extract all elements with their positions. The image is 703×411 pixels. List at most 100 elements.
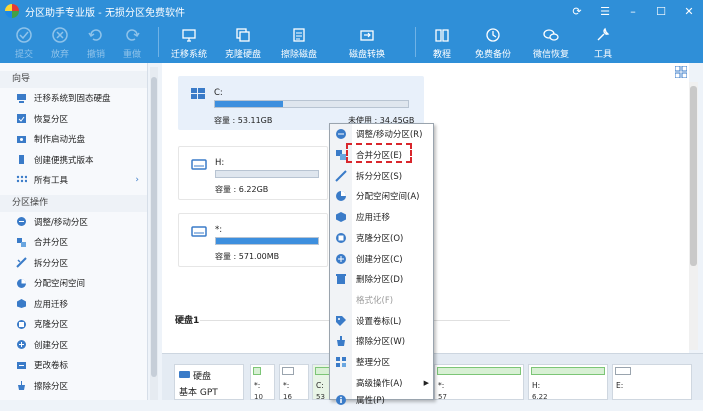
sidebar-item-label: 创建便携式版本 xyxy=(34,155,94,166)
sidebar-item-split[interactable]: 拆分分区 xyxy=(0,253,147,274)
sidebar-item-merge[interactable]: 合并分区 xyxy=(0,232,147,253)
volume-capacity: 容量 : 6.22GB xyxy=(215,185,269,194)
clone-disk-icon xyxy=(234,26,252,44)
allocate-icon xyxy=(335,190,347,202)
submit-button[interactable]: 提交 xyxy=(6,22,42,63)
sidebar-item-boot-disc[interactable]: 制作启动光盘 xyxy=(0,129,147,150)
sidebar-item-change-label[interactable]: 更改卷标 xyxy=(0,355,147,376)
close-button[interactable]: ✕ xyxy=(675,0,703,22)
sidebar-item-create[interactable]: 创建分区 xyxy=(0,335,147,356)
tools-icon xyxy=(594,26,612,44)
refresh-icon[interactable]: ⟳ xyxy=(563,0,591,22)
partition-usage-strip xyxy=(253,367,261,375)
minimize-button[interactable]: – xyxy=(619,0,647,22)
partition-usage-strip xyxy=(282,367,294,375)
maximize-button[interactable]: ☐ xyxy=(647,0,675,22)
volume-capacity: 容量 : 571.00MB xyxy=(215,252,280,261)
cube-icon xyxy=(16,298,27,309)
wechat-icon xyxy=(542,26,560,44)
menu-item-defrag[interactable]: 整理分区 xyxy=(330,352,435,373)
menu-item-allocate[interactable]: 分配空闲空间(A) xyxy=(330,186,435,207)
menu-item-wipe[interactable]: 擦除分区(W) xyxy=(330,331,435,352)
sidebar-item-apply-migrate[interactable]: 应用迁移 xyxy=(0,294,147,315)
menu-item-label: 属性(P) xyxy=(356,396,385,407)
partition-box[interactable]: *: 10 xyxy=(250,364,275,401)
drive-icon xyxy=(191,226,207,237)
menu-item-create[interactable]: 创建分区(C) xyxy=(330,248,435,269)
volume-card-star[interactable]: *: 容量 : 571.00MB xyxy=(178,213,328,267)
sidebar-item-label: 合并分区 xyxy=(34,238,69,249)
menu-item-set-label[interactable]: 设置卷标(L) xyxy=(330,310,435,331)
menu-item-apply-migrate[interactable]: 应用迁移 xyxy=(330,207,435,228)
free-backup-button[interactable]: 免费备份 xyxy=(468,22,518,63)
tools-button[interactable]: 工具 xyxy=(588,22,618,63)
tutorial-button[interactable]: 教程 xyxy=(424,22,460,63)
backup-icon xyxy=(484,26,502,44)
scrollbar-thumb[interactable] xyxy=(690,86,697,266)
volume-card-c[interactable]: C: 容量 : 53.11GB 未使用 : 34.45GB xyxy=(178,76,424,130)
volume-capacity: 容量 : 53.11GB xyxy=(214,116,273,125)
partition-box[interactable]: E: xyxy=(612,364,692,400)
sidebar-item-portable[interactable]: 创建便携式版本 xyxy=(0,150,147,171)
wizard-section-title: 向导 xyxy=(0,71,147,88)
disk-convert-label: 磁盘转换 xyxy=(348,50,385,60)
menu-item-label: 擦除分区(W) xyxy=(356,337,406,348)
menu-item-properties[interactable]: 属性(P) xyxy=(330,390,435,411)
partition-box[interactable]: *: 57 xyxy=(434,364,524,401)
sidebar-item-migrate-ssd[interactable]: 迁移系统到固态硬盘 xyxy=(0,88,147,109)
menu-item-clone[interactable]: 克隆分区(O) xyxy=(330,228,435,249)
redo-icon xyxy=(123,26,141,44)
menu-item-label: 设置卷标(L) xyxy=(356,316,402,327)
menu-item-split[interactable]: 拆分分区(S) xyxy=(330,165,435,186)
menu-icon[interactable]: ☰ xyxy=(591,0,619,22)
migrate-icon xyxy=(335,211,347,223)
sidebar-item-wipe[interactable]: 擦除分区 xyxy=(0,376,147,397)
menu-item-label: 分配空闲空间(A) xyxy=(356,192,420,203)
sidebar-item-resize[interactable]: 调整/移动分区 xyxy=(0,212,147,233)
sidebar-item-clone-partition[interactable]: 克隆分区 xyxy=(0,314,147,335)
discard-label: 放弃 xyxy=(50,50,69,60)
clone-disk-button[interactable]: 克隆硬盘 xyxy=(219,22,267,63)
disk-convert-button[interactable]: 磁盘转换 xyxy=(341,22,393,63)
wechat-recovery-button[interactable]: 微信恢复 xyxy=(526,22,576,63)
menu-item-resize[interactable]: 调整/移动分区(R) xyxy=(330,124,435,145)
partition-box[interactable]: *: 16 xyxy=(279,364,309,401)
sidebar-item-label: 拆分分区 xyxy=(34,258,69,269)
sidebar-item-recover-partition[interactable]: 恢复分区 xyxy=(0,109,147,130)
tools-label: 工具 xyxy=(593,50,612,60)
partition-box[interactable]: H: 6.22 xyxy=(528,364,608,401)
undo-button[interactable]: 撤销 xyxy=(78,22,114,63)
usage-bar-fill xyxy=(215,101,283,107)
tutorial-label: 教程 xyxy=(432,50,451,60)
menu-item-label: 调整/移动分区(R) xyxy=(356,130,423,141)
disk-info-card[interactable]: 硬盘 基本 GPT xyxy=(174,364,244,400)
sidebar-item-label: 应用迁移 xyxy=(34,299,69,310)
submenu-arrow-icon: ▶ xyxy=(423,378,429,387)
clone-disk-label: 克隆硬盘 xyxy=(224,50,261,60)
scrollbar-thumb[interactable] xyxy=(151,77,157,377)
menu-item-label: 创建分区(C) xyxy=(356,254,403,265)
merge-icon xyxy=(16,237,27,248)
partition-label: H: xyxy=(532,381,541,390)
sidebar-item-allocate[interactable]: 分配空闲空间 xyxy=(0,273,147,294)
partition-usage-strip xyxy=(615,367,631,375)
sidebar-scrollbar[interactable] xyxy=(150,67,158,400)
view-toggle-icon[interactable] xyxy=(675,66,687,78)
discard-button[interactable]: 放弃 xyxy=(42,22,78,63)
main-scrollbar[interactable] xyxy=(689,82,698,350)
sidebar-item-label: 分配空闲空间 xyxy=(34,279,86,290)
windows-icon xyxy=(191,88,205,99)
wipe-icon xyxy=(16,380,27,391)
redo-button[interactable]: 重做 xyxy=(114,22,150,63)
window-title: 分区助手专业版 - 无损分区免费软件 xyxy=(25,7,185,19)
resize-icon xyxy=(16,216,27,227)
disk-icon xyxy=(179,371,190,378)
migrate-system-button[interactable]: 迁移系统 xyxy=(167,22,211,63)
submit-icon xyxy=(15,26,33,44)
migrate-icon xyxy=(180,26,198,44)
disk-heading: 硬盘1 xyxy=(175,316,200,326)
volume-card-h[interactable]: H: 容量 : 6.22GB xyxy=(178,146,328,200)
wipe-disk-button[interactable]: 擦除磁盘 xyxy=(275,22,323,63)
sidebar-item-all-tools[interactable]: 所有工具 › xyxy=(0,170,147,191)
menu-item-delete[interactable]: 删除分区(D) xyxy=(330,269,435,290)
